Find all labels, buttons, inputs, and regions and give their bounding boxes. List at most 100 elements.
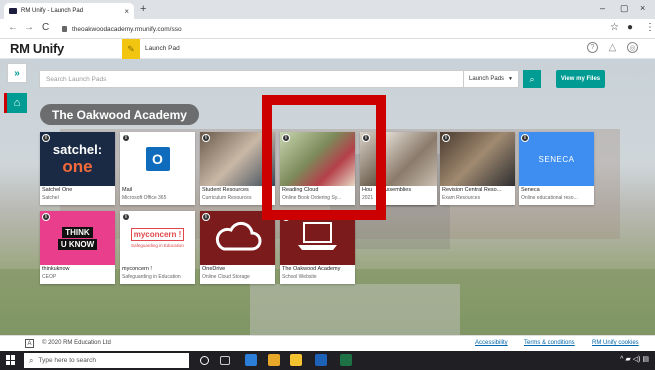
page-footer: A © 2020 RM Education Ltd Accessibility …: [0, 335, 655, 351]
windows-taskbar: ⌕ Type here to search ^ ▰ ◁) ▤: [0, 351, 655, 370]
back-icon[interactable]: ←: [8, 22, 18, 33]
accessibility-link[interactable]: Accessibility: [475, 340, 508, 346]
tile-satchel-one[interactable]: satchel: one i Satchel One Satchel: [40, 132, 115, 205]
user-menu-icon[interactable]: ◎: [627, 42, 638, 53]
background-path: [250, 284, 460, 335]
taskbar-search-input[interactable]: ⌕ Type here to search: [24, 353, 189, 368]
rm-unify-logo[interactable]: RM Unify: [10, 41, 64, 56]
info-icon[interactable]: i: [122, 134, 130, 142]
outlook-icon: O: [145, 147, 170, 171]
revision-photo-thumbnail: [440, 132, 515, 186]
thinkuknow-logo-line2: U KNOW: [57, 238, 98, 250]
browser-menu-icon[interactable]: ⋮: [645, 22, 655, 33]
satchel-logo-line2: one: [62, 156, 93, 176]
launch-pad-label[interactable]: Launch Pad: [145, 45, 180, 52]
tile-onedrive[interactable]: i OneDrive Online Cloud Storage: [200, 211, 275, 284]
sidebar: » ⌂: [3, 59, 27, 335]
info-icon[interactable]: i: [521, 134, 529, 142]
view-my-files-button[interactable]: View my Files: [556, 70, 605, 88]
profile-icon[interactable]: ●: [627, 22, 633, 33]
cortana-icon[interactable]: [200, 356, 209, 365]
search-scope-dropdown[interactable]: Launch Pads ▼: [464, 70, 519, 88]
forward-icon[interactable]: →: [24, 22, 34, 33]
word-icon[interactable]: [315, 354, 327, 366]
tile-thinkuknow[interactable]: THINK U KNOW i thinkuknow CEOP: [40, 211, 115, 284]
chrome-icon[interactable]: [268, 354, 280, 366]
tile-subtitle: Satchel: [42, 195, 59, 201]
satchel-logo-line1: satchel:: [52, 141, 103, 157]
maximize-button[interactable]: ▢: [620, 3, 629, 14]
outlook-thumbnail: O: [120, 132, 195, 186]
tile-title: Seneca: [521, 187, 540, 193]
tile-oakwood-website[interactable]: i The Oakwood Academy School Website: [280, 211, 355, 284]
file-explorer-icon[interactable]: [290, 354, 302, 366]
rm-favicon-icon: [9, 8, 17, 14]
minimize-button[interactable]: –: [600, 3, 605, 13]
windows-start-icon[interactable]: [6, 355, 16, 365]
tile-assemblies[interactable]: Assemblies: [381, 132, 437, 205]
taskbar-search-placeholder: Type here to search: [38, 357, 96, 364]
excel-icon[interactable]: [340, 354, 352, 366]
bookmark-star-icon[interactable]: ☆: [610, 22, 619, 33]
satchel-one-thumbnail: satchel: one: [40, 132, 115, 186]
search-input[interactable]: Search Launch Pads: [39, 70, 464, 88]
school-name-banner: The Oakwood Academy: [40, 104, 199, 125]
tile-seneca[interactable]: SENECA i Seneca Online educational reso.…: [519, 132, 594, 205]
myconcern-logo: myconcern !: [130, 228, 185, 241]
new-tab-button[interactable]: +: [140, 3, 146, 15]
tile-title: Satchel One: [42, 187, 73, 193]
system-tray[interactable]: ^ ▰ ◁) ▤: [620, 355, 649, 363]
tile-mail[interactable]: O i Mail Microsoft Office 365: [120, 132, 195, 205]
tab-close-icon[interactable]: ×: [124, 7, 129, 16]
url-field[interactable]: theoakwoodacademy.rmunify.com/sso: [62, 22, 602, 36]
accessibility-icon[interactable]: A: [25, 339, 34, 348]
terms-link[interactable]: Terms & conditions: [524, 340, 575, 346]
notifications-bell-icon[interactable]: △: [607, 42, 618, 53]
task-view-icon[interactable]: [220, 356, 230, 365]
myconcern-thumbnail: myconcern ! Safeguarding in Education: [120, 211, 195, 265]
tile-title: Mail: [122, 187, 133, 193]
tile-subtitle: Safeguarding in Education: [122, 274, 181, 280]
tile-subtitle: Microsoft Office 365: [122, 195, 167, 201]
tile-title: OneDrive: [202, 266, 226, 272]
assemblies-photo-thumbnail: [381, 132, 437, 186]
browser-tab[interactable]: RM Unify - Launch Pad ×: [4, 3, 134, 19]
home-icon[interactable]: ⌂: [4, 93, 27, 113]
cookies-link[interactable]: RM Unify cookies: [592, 340, 639, 346]
thinkuknow-logo-line1: THINK: [62, 226, 93, 238]
tab-title: RM Unify - Launch Pad: [21, 8, 84, 14]
info-icon[interactable]: i: [202, 134, 210, 142]
reload-icon[interactable]: C: [42, 22, 49, 33]
launch-pad-icon[interactable]: ✎: [122, 39, 140, 59]
address-bar: ← → C theoakwoodacademy.rmunify.com/sso …: [0, 19, 655, 39]
window-close-button[interactable]: ×: [640, 3, 645, 13]
info-icon[interactable]: i: [42, 134, 50, 142]
info-icon[interactable]: i: [442, 134, 450, 142]
reading-cloud-highlight-box: [262, 95, 386, 220]
search-button[interactable]: ⌕: [523, 70, 541, 88]
seneca-thumbnail: SENECA: [519, 132, 594, 186]
url-text: theoakwoodacademy.rmunify.com/sso: [72, 25, 182, 33]
tile-title: myconcern !: [122, 266, 152, 272]
info-icon[interactable]: i: [42, 213, 50, 221]
copyright-text: © 2020 RM Education Ltd: [42, 340, 111, 346]
sidebar-expand-button[interactable]: »: [7, 63, 27, 83]
myconcern-tagline: Safeguarding in Education: [131, 243, 184, 248]
info-icon[interactable]: i: [122, 213, 130, 221]
thinkuknow-thumbnail: THINK U KNOW: [40, 211, 115, 265]
browser-tab-bar: RM Unify - Launch Pad × + – ▢ ×: [0, 0, 655, 19]
help-icon[interactable]: ?: [587, 42, 598, 53]
tile-subtitle: School Website: [282, 274, 317, 280]
tile-subtitle: Online educational reso...: [521, 195, 578, 201]
info-icon[interactable]: i: [202, 213, 210, 221]
tile-revision-central[interactable]: i Revision Central Reso... Exam Resource…: [440, 132, 515, 205]
tile-subtitle: CEOP: [42, 274, 57, 280]
tile-myconcern[interactable]: myconcern ! Safeguarding in Education i …: [120, 211, 195, 284]
launch-pad-main: » ⌂ Search Launch Pads Launch Pads ▼ ⌕ V…: [0, 59, 655, 335]
seneca-logo: SENECA: [538, 154, 575, 164]
lock-icon: [62, 26, 67, 32]
edge-icon[interactable]: [245, 354, 257, 366]
tile-subtitle: Online Cloud Storage: [202, 274, 250, 280]
tile-title: thinkuknow: [42, 266, 70, 272]
tile-title: The Oakwood Academy: [282, 266, 341, 272]
